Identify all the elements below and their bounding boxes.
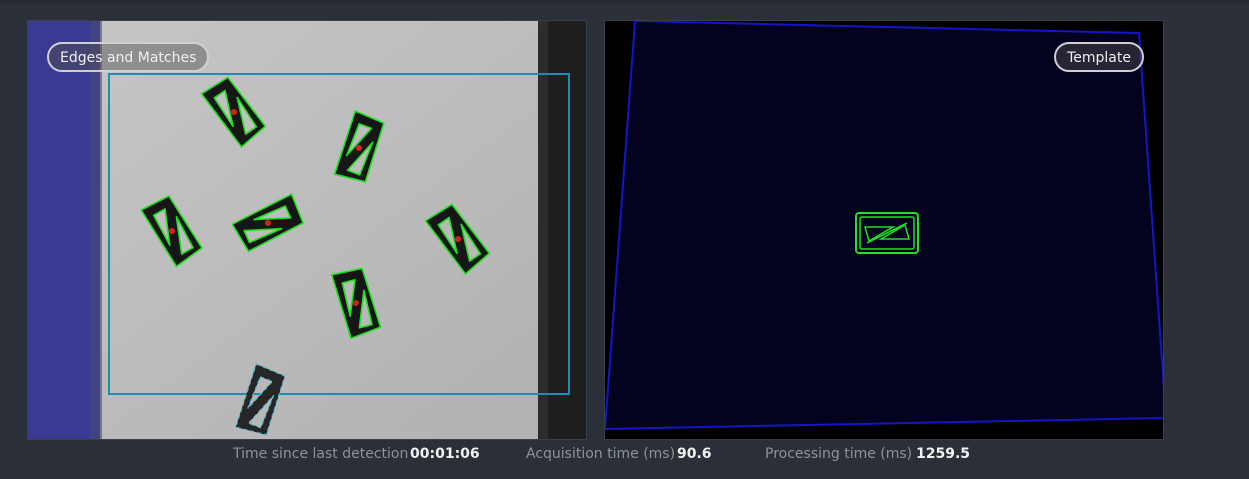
acquisition-time-value: 90.6 xyxy=(677,446,712,462)
time-since-detection-value: 00:01:06 xyxy=(410,446,480,462)
processing-time-value: 1259.5 xyxy=(916,446,971,462)
time-since-detection-label: Time since last detection xyxy=(233,446,409,462)
edges-and-matches-label: Edges and Matches xyxy=(47,42,210,72)
template-view[interactable]: Template xyxy=(604,20,1164,440)
template-label: Template xyxy=(1054,42,1144,72)
camera-image xyxy=(28,21,586,439)
status-bar: Time since last detection 00:01:06 Acqui… xyxy=(0,446,1249,464)
top-toolbar-strip xyxy=(0,0,1249,4)
mask-region xyxy=(28,21,100,439)
template-quad xyxy=(605,21,1163,431)
edges-and-matches-view[interactable]: Edges and Matches xyxy=(27,20,587,440)
processing-time-label: Processing time (ms) xyxy=(765,446,913,462)
template-image xyxy=(605,21,1163,439)
acquisition-time-label: Acquisition time (ms) xyxy=(526,446,676,462)
